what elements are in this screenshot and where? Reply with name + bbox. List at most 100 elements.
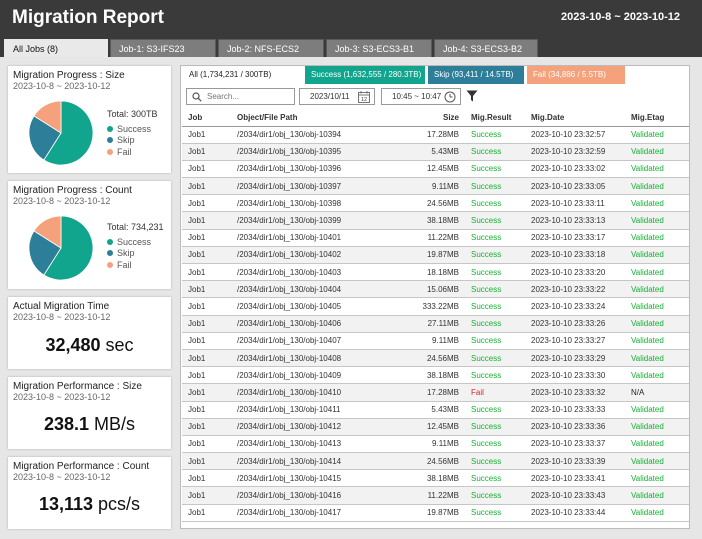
cell-path: /2034/dir1/obj_130/obj-10397 (231, 177, 367, 196)
cell-date: 2023-10-10 23:32:59 (525, 143, 625, 161)
table-row[interactable]: Job1/2034/dir1/obj_130/obj-10397 9.11MB Su… (182, 177, 689, 196)
table-row[interactable]: Job1/2034/dir1/obj_130/obj-10410 17.28MB F… (182, 383, 689, 402)
cell-etag: Validated (625, 126, 689, 144)
col-header-etag[interactable]: Mig.Etag (625, 109, 689, 127)
metric-unit: pcs/s (98, 494, 141, 514)
time-range-picker[interactable]: 10:45 ~ 10:47 (381, 88, 461, 105)
cell-result: Success (465, 211, 525, 230)
cell-date: 2023-10-10 23:33:29 (525, 349, 625, 368)
cell-etag: Validated (625, 435, 689, 454)
table-row[interactable]: Job1/2034/dir1/obj_130/obj-10409 38.18MB S… (182, 366, 689, 385)
cell-job: Job1 (182, 194, 231, 213)
cell-result: Success (465, 246, 525, 265)
cell-result: Success (465, 160, 525, 179)
filter-icon[interactable] (466, 90, 478, 102)
cell-size: 38.18MB (367, 366, 465, 385)
status-tab-skip[interactable]: Skip (93,411 / 14.5TB) (428, 66, 524, 84)
table-row[interactable]: Job1/2034/dir1/obj_130/obj-10408 24.56MB S… (182, 349, 689, 368)
cell-path: /2034/dir1/obj_130/obj-10407 (231, 332, 367, 350)
search-input[interactable] (207, 90, 291, 103)
cell-size: 24.56MB (367, 452, 465, 471)
card-progress-size: Migration Progress : Size 2023-10-8 ~ 20… (8, 66, 171, 173)
cell-path: /2034/dir1/obj_130/obj-10398 (231, 194, 367, 213)
card-title: Migration Progress : Count (13, 185, 132, 196)
cell-path: /2034/dir1/obj_130/obj-10411 (231, 401, 367, 419)
table-row[interactable]: Job1/2034/dir1/obj_130/obj-10415 38.18MB S… (182, 469, 689, 488)
card-date-range: 2023-10-8 ~ 2023-10-12 (13, 81, 111, 91)
metric-unit: MB/s (94, 414, 136, 434)
table-body: Job1/2034/dir1/obj_130/obj-10394 17.28MB S… (182, 126, 689, 522)
table-row[interactable]: Job1/2034/dir1/obj_130/obj-10402 19.87MB S… (182, 246, 689, 265)
cell-date: 2023-10-10 23:33:11 (525, 194, 625, 213)
table-row[interactable]: Job1/2034/dir1/obj_130/obj-10394 17.28MB S… (182, 126, 689, 144)
card-date-range: 2023-10-8 ~ 2023-10-12 (13, 196, 111, 206)
cell-job: Job1 (182, 211, 231, 230)
cell-result: Success (465, 280, 525, 299)
card-title: Migration Progress : Size (13, 70, 125, 81)
tab-job-3[interactable]: Job-3: S3-ECS3-B1 (326, 39, 432, 57)
cell-etag: Validated (625, 143, 689, 161)
status-tab-success[interactable]: Success (1,632,555 / 280.3TB) (305, 66, 425, 84)
cell-size: 19.87MB (367, 504, 465, 522)
table-row[interactable]: Job1/2034/dir1/obj_130/obj-10399 38.18MB S… (182, 211, 689, 230)
fail-dot-icon (107, 148, 113, 155)
table-row[interactable]: Job1/2034/dir1/obj_130/obj-10395 5.43MB Su… (182, 143, 689, 161)
clock-icon[interactable] (444, 91, 456, 103)
table-row[interactable]: Job1/2034/dir1/obj_130/obj-10417 19.87MB S… (182, 504, 689, 522)
records-table: Job Object/File Path Size Mig.Result Mig… (182, 109, 689, 522)
table-row[interactable]: Job1/2034/dir1/obj_130/obj-10403 18.18MB S… (182, 263, 689, 282)
calendar-icon[interactable]: 12 (358, 91, 370, 103)
cell-job: Job1 (182, 383, 231, 402)
table-row[interactable]: Job1/2034/dir1/obj_130/obj-10401 11.22MB S… (182, 229, 689, 247)
col-header-date[interactable]: Mig.Date (525, 109, 625, 127)
skip-dot-icon (107, 250, 113, 257)
table-row[interactable]: Job1/2034/dir1/obj_130/obj-10413 9.11MB Su… (182, 435, 689, 454)
tab-job-1[interactable]: Job-1: S3-IFS23 (110, 39, 216, 57)
cell-job: Job1 (182, 280, 231, 299)
col-header-path[interactable]: Object/File Path (231, 109, 367, 127)
col-header-job[interactable]: Job (182, 109, 231, 127)
cell-result: Success (465, 194, 525, 213)
table-row[interactable]: Job1/2034/dir1/obj_130/obj-10405 333.22MB… (182, 297, 689, 316)
tab-job-2[interactable]: Job-2: NFS-ECS2 (218, 39, 324, 57)
cell-path: /2034/dir1/obj_130/obj-10402 (231, 246, 367, 265)
cell-job: Job1 (182, 246, 231, 265)
legend-success: Success (107, 236, 164, 248)
status-tab-all[interactable]: All (1,734,231 / 300TB) (183, 66, 301, 84)
card-performance-count: Migration Performance : Count 2023-10-8 … (8, 457, 171, 529)
tab-all-jobs[interactable]: All Jobs (8) (4, 39, 108, 57)
col-header-result[interactable]: Mig.Result (465, 109, 525, 127)
table-row[interactable]: Job1/2034/dir1/obj_130/obj-10398 24.56MB S… (182, 194, 689, 213)
table-row[interactable]: Job1/2034/dir1/obj_130/obj-10412 12.45MB S… (182, 418, 689, 436)
table-row[interactable]: Job1/2034/dir1/obj_130/obj-10411 5.43MB Su… (182, 401, 689, 419)
app-header: Migration Report 2023-10-8 ~ 2023-10-12 (0, 0, 702, 38)
date-picker[interactable]: 2023/10/11 12 (299, 88, 375, 105)
cell-job: Job1 (182, 160, 231, 179)
fail-dot-icon (107, 261, 113, 268)
table-row[interactable]: Job1/2034/dir1/obj_130/obj-10414 24.56MB S… (182, 452, 689, 471)
col-header-size[interactable]: Size (367, 109, 465, 127)
cell-result: Success (465, 263, 525, 282)
cell-etag: Validated (625, 504, 689, 522)
cell-etag: Validated (625, 401, 689, 419)
status-tab-fail[interactable]: Fail (34,886 / 5.5TB) (527, 66, 625, 84)
table-row[interactable]: Job1/2034/dir1/obj_130/obj-10396 12.45MB S… (182, 160, 689, 179)
card-date-range: 2023-10-8 ~ 2023-10-12 (13, 312, 111, 322)
cell-path: /2034/dir1/obj_130/obj-10408 (231, 349, 367, 368)
cell-result: Success (465, 297, 525, 316)
table-row[interactable]: Job1/2034/dir1/obj_130/obj-10406 27.11MB S… (182, 315, 689, 333)
cell-etag: Validated (625, 452, 689, 471)
table-row[interactable]: Job1/2034/dir1/obj_130/obj-10404 15.06MB S… (182, 280, 689, 299)
cell-size: 5.43MB (367, 143, 465, 161)
performance-size-value: 238.1 MB/s (8, 414, 171, 435)
cell-size: 11.22MB (367, 229, 465, 247)
cell-date: 2023-10-10 23:33:33 (525, 401, 625, 419)
cell-size: 17.28MB (367, 383, 465, 402)
tab-job-4[interactable]: Job-4: S3-ECS3-B2 (434, 39, 538, 57)
cell-job: Job1 (182, 452, 231, 471)
cell-date: 2023-10-10 23:33:20 (525, 263, 625, 282)
cell-date: 2023-10-10 23:33:44 (525, 504, 625, 522)
legend-fail: Fail (107, 146, 158, 158)
table-row[interactable]: Job1/2034/dir1/obj_130/obj-10416 11.22MB S… (182, 486, 689, 505)
table-row[interactable]: Job1/2034/dir1/obj_130/obj-10407 9.11MB Su… (182, 332, 689, 350)
